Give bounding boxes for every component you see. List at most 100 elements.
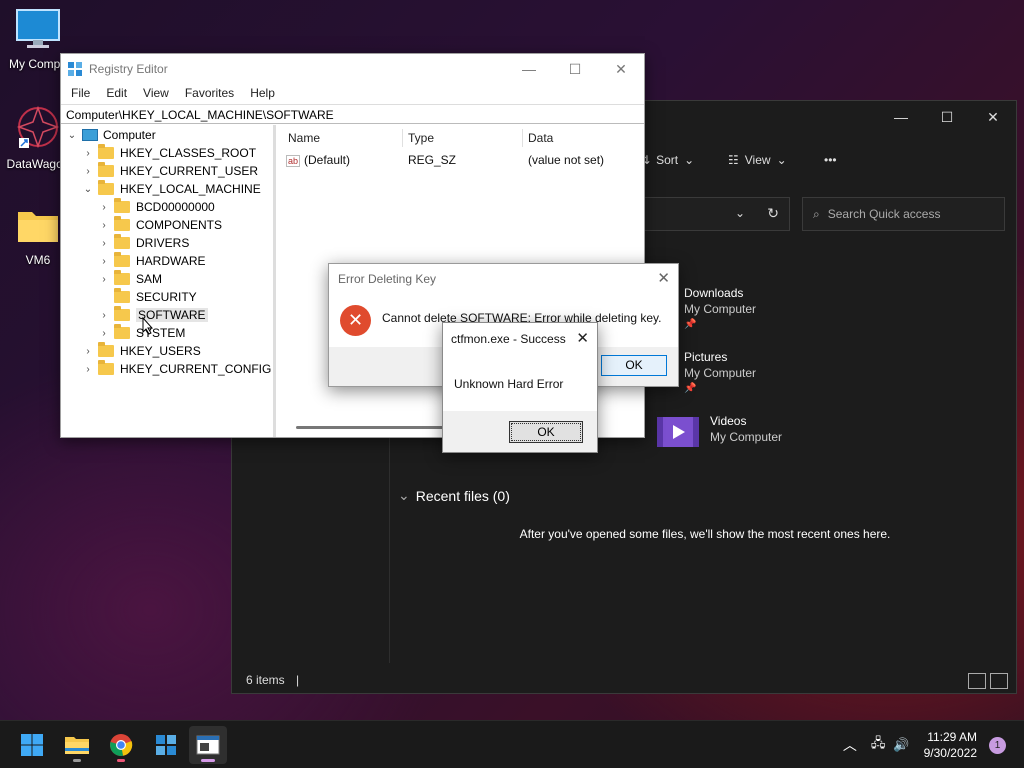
ok-button[interactable]: OK (509, 421, 583, 443)
address-bar[interactable]: Computer\HKEY_LOCAL_MACHINE\SOFTWARE (61, 104, 644, 124)
dialog-title-bar[interactable]: ctfmon.exe - Success ✕ (443, 323, 597, 353)
taskbar: ︿ 🖧 🔊 11:29 AM 9/30/2022 1 (0, 720, 1024, 768)
menu-view[interactable]: View (135, 84, 177, 104)
close-icon[interactable]: ✕ (657, 269, 670, 287)
value-type: REG_SZ (408, 153, 457, 167)
tiles-view-icon[interactable] (990, 673, 1008, 689)
recent-files-header[interactable]: ⌄ Recent files (0) (398, 487, 510, 504)
quick-access-location: My Computer (710, 430, 783, 444)
notification-badge[interactable]: 1 (989, 736, 1006, 754)
maximize-button[interactable]: ☐ (924, 101, 970, 133)
tree-label: COMPONENTS (136, 218, 223, 232)
minimize-button[interactable]: — (506, 54, 552, 84)
taskbar-file-explorer[interactable] (58, 726, 96, 764)
chevron-right-icon[interactable]: › (98, 238, 110, 249)
system-tray: ︿ 🖧 🔊 11:29 AM 9/30/2022 1 (843, 721, 1024, 768)
start-button[interactable] (13, 726, 51, 764)
chevron-right-icon[interactable]: › (98, 328, 110, 339)
tree-node-hardware[interactable]: › HARDWARE (98, 252, 206, 270)
tree-node-components[interactable]: › COMPONENTS (98, 216, 222, 234)
more-options-button[interactable]: ••• (824, 153, 837, 167)
chevron-right-icon[interactable]: › (98, 256, 110, 267)
sort-button[interactable]: ⇅ Sort ⌄ (640, 153, 694, 167)
chevron-right-icon[interactable]: › (82, 166, 94, 177)
tree-node-hku[interactable]: › HKEY_USERS (82, 342, 201, 360)
window-title: Registry Editor (89, 62, 168, 76)
close-icon[interactable]: ✕ (576, 329, 589, 347)
column-divider[interactable] (402, 129, 403, 147)
tree-node-computer[interactable]: ⌄ Computer (66, 126, 156, 144)
refresh-icon[interactable]: ↻ (767, 205, 779, 222)
close-button[interactable]: ✕ (598, 54, 644, 84)
taskbar-chrome[interactable] (102, 726, 140, 764)
running-indicator (73, 759, 81, 762)
minimize-button[interactable]: — (878, 101, 924, 133)
menu-help[interactable]: Help (242, 84, 283, 104)
quick-access-location: My Computer (684, 302, 757, 316)
tree-node-drivers[interactable]: › DRIVERS (98, 234, 189, 252)
folder-icon (114, 324, 130, 339)
search-input[interactable]: ⌕ Search Quick access (802, 197, 1005, 231)
chevron-up-icon[interactable]: ︿ (843, 735, 857, 755)
menu-bar: File Edit View Favorites Help (61, 84, 644, 104)
tree-node-hklm[interactable]: ⌄ HKEY_LOCAL_MACHINE (82, 180, 261, 198)
column-header-data[interactable]: Data (528, 131, 553, 145)
tree-label: HKEY_CURRENT_CONFIG (120, 362, 272, 376)
tree-node-sam[interactable]: › SAM (98, 270, 162, 288)
folder-icon (114, 252, 130, 267)
tree-node-hkcu[interactable]: › HKEY_CURRENT_USER (82, 162, 258, 180)
datawagon-icon (16, 105, 60, 149)
error-icon: ✕ (340, 305, 371, 336)
close-button[interactable]: ✕ (970, 101, 1016, 133)
quick-access-name: Videos (710, 414, 747, 428)
column-header-type[interactable]: Type (408, 131, 434, 145)
ok-button[interactable]: OK (601, 355, 667, 376)
tree-node-hkcc[interactable]: › HKEY_CURRENT_CONFIG (82, 360, 271, 378)
quick-access-name: Downloads (684, 286, 744, 300)
chevron-right-icon[interactable]: › (98, 202, 110, 213)
dialog-title: ctfmon.exe - Success (451, 332, 566, 346)
registry-tree[interactable]: ⌄ Computer › HKEY_CLASSES_ROOT › HKEY_CU… (62, 125, 276, 437)
chevron-right-icon[interactable]: › (82, 346, 94, 357)
quick-access-videos[interactable]: Videos My Computer (656, 413, 782, 449)
chevron-right-icon[interactable]: › (98, 220, 110, 231)
tree-label: HKEY_USERS (120, 344, 201, 358)
menu-edit[interactable]: Edit (98, 84, 135, 104)
details-view-icon[interactable] (968, 673, 986, 689)
chevron-right-icon[interactable]: › (82, 364, 94, 375)
network-icon[interactable]: 🖧 (871, 734, 886, 756)
value-name[interactable]: ab (Default) (286, 153, 350, 167)
column-header-name[interactable]: Name (288, 131, 320, 145)
chevron-right-icon[interactable]: › (82, 148, 94, 159)
chevron-down-icon[interactable]: ⌄ (66, 130, 78, 141)
folder-icon (98, 180, 114, 195)
status-bar: 6 items | (246, 673, 299, 687)
success-dialog[interactable]: ctfmon.exe - Success ✕ Unknown Hard Erro… (442, 322, 598, 453)
chevron-right-icon[interactable]: › (98, 310, 110, 321)
menu-file[interactable]: File (63, 84, 98, 104)
clock[interactable]: 11:29 AM 9/30/2022 (924, 729, 977, 761)
value-name-text: (Default) (304, 153, 351, 167)
value-data: (value not set) (528, 153, 605, 167)
view-button[interactable]: ☷ View ⌄ (728, 153, 787, 167)
maximize-button[interactable]: ☐ (552, 54, 598, 84)
chevron-down-icon[interactable]: ⌄ (82, 184, 94, 195)
tree-node-security[interactable]: SECURITY (98, 288, 197, 306)
folder-icon (98, 342, 114, 357)
tree-node-hkcr[interactable]: › HKEY_CLASSES_ROOT (82, 144, 256, 162)
tree-node-bcd[interactable]: › BCD00000000 (98, 198, 215, 216)
pin-icon: 📌 (684, 383, 697, 394)
title-bar[interactable]: Registry Editor — ☐ ✕ (61, 54, 644, 84)
chevron-down-icon: ⌄ (684, 153, 695, 167)
mouse-cursor-icon (142, 317, 154, 335)
chevron-down-icon[interactable]: ⌄ (735, 206, 745, 220)
column-divider[interactable] (522, 129, 523, 147)
dialog-title-bar[interactable]: Error Deleting Key ✕ (329, 264, 678, 294)
folder-icon (98, 144, 114, 159)
menu-favorites[interactable]: Favorites (177, 84, 242, 104)
chevron-right-icon[interactable]: › (98, 274, 110, 285)
tree-label: Computer (103, 128, 156, 142)
taskbar-regedit[interactable] (147, 726, 185, 764)
volume-icon[interactable]: 🔊 (893, 737, 909, 753)
taskbar-active-app[interactable] (189, 726, 227, 764)
